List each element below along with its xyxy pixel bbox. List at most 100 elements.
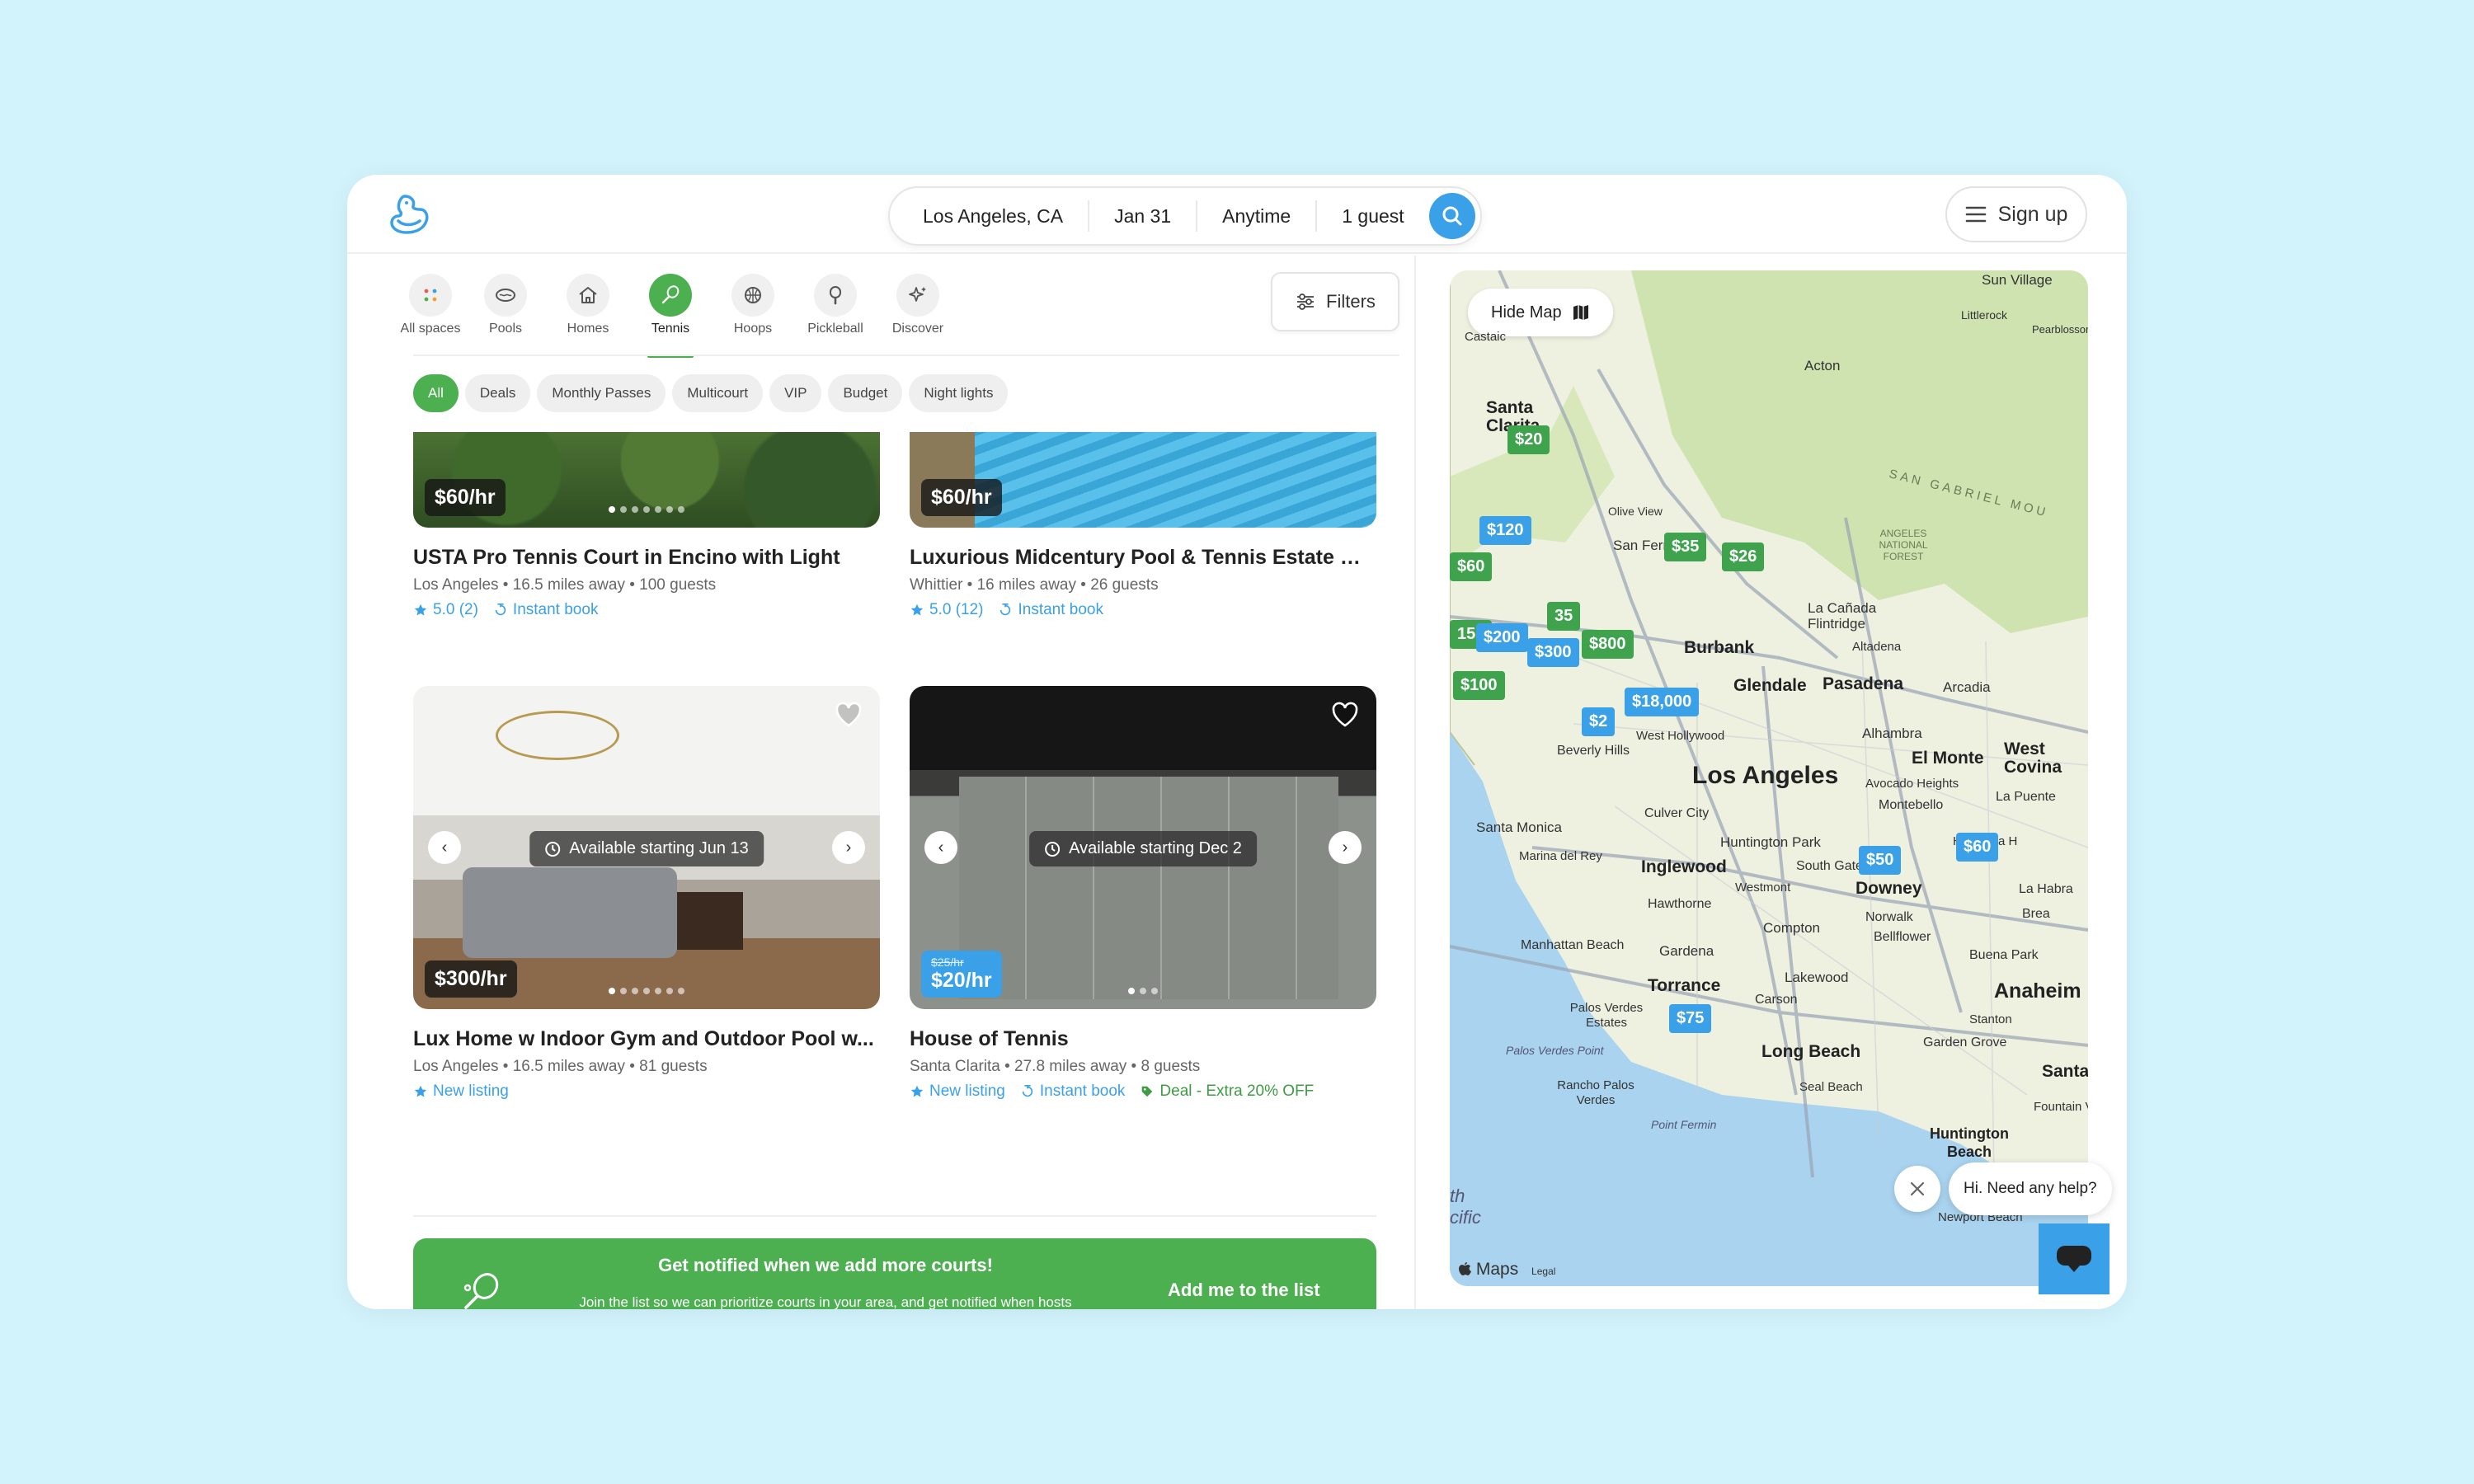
map-label: Glendale xyxy=(1733,676,1807,695)
category-pools[interactable]: Pools xyxy=(464,265,547,348)
map-label: Seal Beach xyxy=(1799,1080,1863,1094)
chat-button[interactable] xyxy=(2039,1223,2109,1294)
search-guests[interactable]: 1 guest xyxy=(1317,200,1428,232)
map-price-pin[interactable]: $26 xyxy=(1722,542,1765,571)
category-discover[interactable]: Discover xyxy=(877,265,959,348)
map-price-pin[interactable]: $120 xyxy=(1479,516,1531,545)
map-label: Carson xyxy=(1755,993,1798,1007)
chip-multicourt[interactable]: Multicourt xyxy=(672,374,764,412)
map-label: Westmont xyxy=(1735,881,1791,895)
carousel-prev-button[interactable]: ‹ xyxy=(428,831,461,864)
listing-card[interactable]: ‹ Available starting Jun 13 › $300/hr Lu… xyxy=(413,686,880,1101)
sliders-icon xyxy=(1297,294,1315,310)
map-price-pin[interactable]: $50 xyxy=(1859,846,1902,875)
listing-meta: Los Angeles • 16.5 miles away • 81 guest… xyxy=(413,1058,708,1075)
listing-photo[interactable]: ‹ Available starting Jun 13 › $300/hr xyxy=(413,686,880,1009)
carousel-prev-button[interactable]: ‹ xyxy=(924,831,957,864)
map-label: Marina del Rey xyxy=(1519,849,1602,863)
map-label: Santa Monica xyxy=(1476,819,1562,835)
category-homes[interactable]: Homes xyxy=(547,265,629,348)
instant-book: Instant book xyxy=(1020,1082,1125,1101)
map-label: West Covina xyxy=(2004,740,2062,777)
chip-monthly-passes[interactable]: Monthly Passes xyxy=(537,374,666,412)
heart-icon[interactable] xyxy=(832,697,865,730)
map-view[interactable]: Hide Map Sun Village Littlerock Pearblos… xyxy=(1450,270,2088,1286)
search-bar[interactable]: Los Angeles, CA Jan 31 Anytime 1 guest xyxy=(888,186,1482,246)
basketball-icon xyxy=(745,287,761,303)
listing-card[interactable]: $60/hr USTA Pro Tennis Court in Encino w… xyxy=(413,432,880,619)
map-price-pin[interactable]: $35 xyxy=(1664,533,1707,561)
map-price-pin[interactable]: $18,000 xyxy=(1625,688,1700,716)
home-icon xyxy=(579,287,597,303)
app-window: Los Angeles, CA Jan 31 Anytime 1 guest S… xyxy=(347,175,2127,1309)
signup-button[interactable]: Sign up xyxy=(1945,186,2087,242)
heart-icon[interactable] xyxy=(1329,697,1362,730)
chip-budget[interactable]: Budget xyxy=(828,374,903,412)
carousel-next-button[interactable]: › xyxy=(1329,831,1362,864)
map-label: Altadena xyxy=(1852,640,1902,654)
carousel-next-button[interactable]: › xyxy=(832,831,865,864)
carousel-dots[interactable] xyxy=(1128,988,1158,994)
add-to-list-button[interactable]: Add me to the list xyxy=(1168,1280,1320,1301)
map-label: South Gate xyxy=(1796,859,1863,873)
map-label: Lakewood xyxy=(1785,970,1849,985)
map-label: Anaheim xyxy=(1994,979,2081,1003)
chip-vip[interactable]: VIP xyxy=(769,374,822,412)
search-time[interactable]: Anytime xyxy=(1197,200,1318,232)
listing-title[interactable]: Luxurious Midcentury Pool & Tennis Estat… xyxy=(910,546,1376,570)
price-tag: $60/hr xyxy=(921,479,1002,516)
star-icon xyxy=(414,603,427,616)
map-label: Culver City xyxy=(1644,806,1710,820)
listing-title[interactable]: House of Tennis xyxy=(910,1027,1376,1051)
legal-link[interactable]: Legal xyxy=(1531,1266,1555,1277)
maps-attribution[interactable]: Maps Legal xyxy=(1458,1260,1555,1280)
search-button[interactable] xyxy=(1429,193,1475,239)
notify-title: Get notified when we add more courts! xyxy=(658,1255,993,1275)
map-price-pin[interactable]: $60 xyxy=(1956,833,1999,862)
listing-photo[interactable]: $60/hr xyxy=(910,432,1376,528)
carousel-dots[interactable] xyxy=(609,506,684,513)
apple-icon xyxy=(1459,1262,1471,1275)
map-price-pin[interactable]: $200 xyxy=(1476,623,1528,652)
listing-card[interactable]: ‹ Available starting Dec 2 › $25/hr $20/h… xyxy=(910,686,1376,1101)
category-tennis[interactable]: Tennis xyxy=(629,265,712,358)
map-label: Norwalk xyxy=(1865,910,1913,924)
filter-chips: All Deals Monthly Passes Multicourt VIP … xyxy=(413,374,1009,412)
category-label: Tennis xyxy=(651,322,690,336)
map-price-pin[interactable]: $800 xyxy=(1582,630,1634,659)
map-price-pin[interactable]: $75 xyxy=(1669,1004,1712,1033)
category-pickleball[interactable]: Pickleball xyxy=(794,265,877,348)
chip-all[interactable]: All xyxy=(413,374,459,412)
listing-title[interactable]: Lux Home w Indoor Gym and Outdoor Pool w… xyxy=(413,1027,880,1051)
map-price-pin[interactable]: 35 xyxy=(1547,602,1581,631)
map-price-pin[interactable]: $100 xyxy=(1453,671,1505,700)
listing-photo[interactable]: ‹ Available starting Dec 2 › $25/hr $20/h… xyxy=(910,686,1376,1009)
close-icon xyxy=(1910,1181,1925,1196)
map-price-pin[interactable]: $20 xyxy=(1507,425,1550,454)
divider xyxy=(413,1215,1376,1217)
map-label: Hawthorne xyxy=(1648,897,1712,911)
chip-deals[interactable]: Deals xyxy=(464,374,531,412)
map-price-pin[interactable]: $2 xyxy=(1582,707,1616,736)
search-date[interactable]: Jan 31 xyxy=(1089,200,1198,232)
duck-logo-icon[interactable] xyxy=(388,191,431,237)
map-label: Torrance xyxy=(1648,976,1721,995)
listing-title[interactable]: USTA Pro Tennis Court in Encino with Lig… xyxy=(413,546,880,570)
help-close-button[interactable] xyxy=(1894,1166,1940,1212)
filters-button[interactable]: Filters xyxy=(1271,272,1399,331)
map-label: Pasadena xyxy=(1823,674,1904,693)
listing-card[interactable]: $60/hr Luxurious Midcentury Pool & Tenni… xyxy=(910,432,1376,619)
listing-meta: Los Angeles • 16.5 miles away • 100 gues… xyxy=(413,576,717,594)
search-location[interactable]: Los Angeles, CA xyxy=(898,200,1090,232)
map-label: Long Beach xyxy=(1761,1042,1861,1061)
category-all-spaces[interactable]: All spaces xyxy=(397,265,464,348)
carousel-dots[interactable] xyxy=(609,988,684,994)
help-bubble[interactable]: Hi. Need any help? xyxy=(1949,1162,2112,1215)
category-label: Hoops xyxy=(733,322,773,336)
map-price-pin[interactable]: $60 xyxy=(1450,552,1493,581)
map-label: Sun Village xyxy=(1982,272,2053,288)
chip-night-lights[interactable]: Night lights xyxy=(909,374,1009,412)
map-price-pin[interactable]: $300 xyxy=(1527,638,1579,667)
listing-photo[interactable]: $60/hr xyxy=(413,432,880,528)
category-hoops[interactable]: Hoops xyxy=(712,265,794,348)
